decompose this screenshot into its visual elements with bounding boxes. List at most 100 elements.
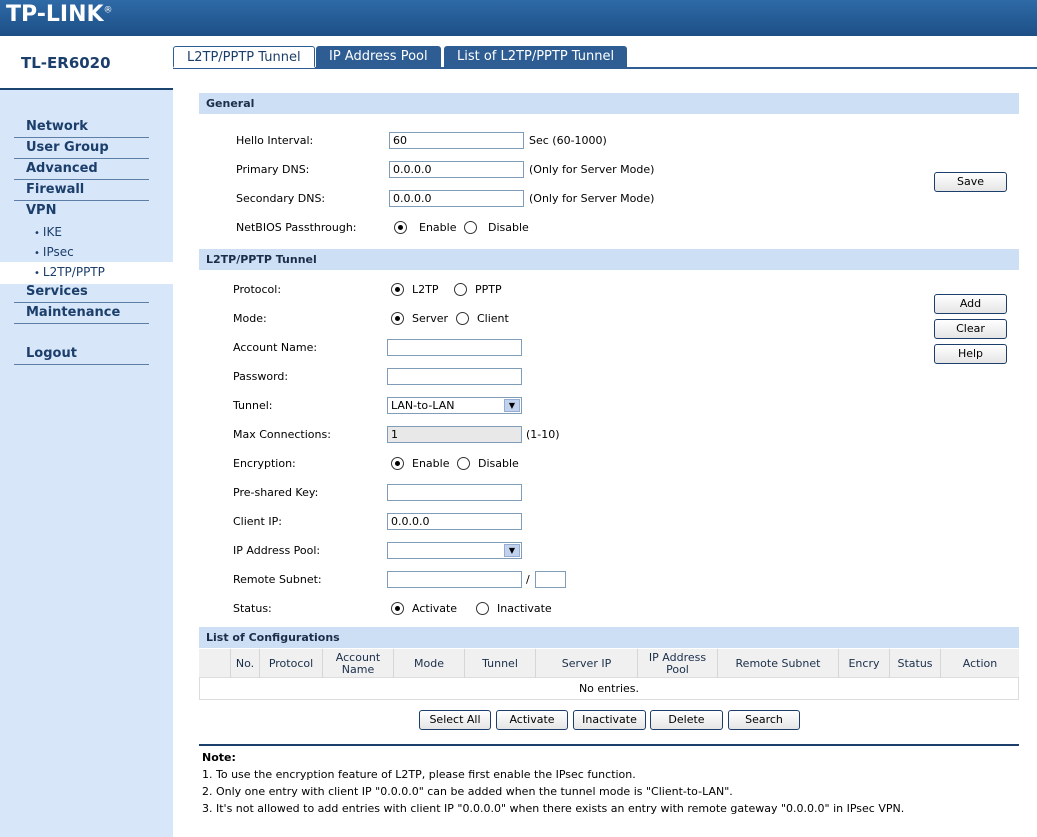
section-tunnel-title: L2TP/PPTP Tunnel — [199, 249, 1019, 270]
table-empty-row: No entries. — [199, 678, 1019, 700]
encryption-label: Encryption: — [233, 457, 296, 470]
tab-ip-address-pool[interactable]: IP Address Pool — [316, 46, 441, 68]
ip-address-pool-label: IP Address Pool: — [233, 544, 321, 557]
mode-server-radio[interactable] — [391, 312, 404, 325]
protocol-l2tp-radio[interactable] — [391, 283, 404, 296]
model-box: TL-ER6020 — [0, 36, 173, 90]
sidebar-item-logout[interactable]: Logout — [14, 344, 149, 365]
sidebar-sub-label: L2TP/PPTP — [42, 265, 105, 279]
col-no: No. — [230, 649, 259, 678]
password-label: Password: — [233, 370, 289, 383]
secondary-dns-input[interactable]: 0.0.0.0 — [389, 190, 524, 207]
secondary-dns-hint: (Only for Server Mode) — [529, 192, 655, 205]
note-title: Note: — [202, 751, 236, 764]
hello-interval-input[interactable]: 60 — [389, 132, 524, 149]
protocol-l2tp-label: L2TP — [412, 283, 439, 296]
status-activate-label: Activate — [412, 602, 458, 615]
col-status: Status — [889, 649, 940, 678]
remote-subnet-input[interactable] — [387, 571, 522, 588]
account-name-label: Account Name: — [233, 341, 318, 354]
netbios-enable-label: Enable — [419, 221, 457, 234]
tp-link-logo: TP-LINK® — [6, 2, 113, 27]
col-checkbox — [199, 649, 230, 678]
col-encry: Encry — [838, 649, 889, 678]
encryption-disable-radio[interactable] — [457, 457, 470, 470]
sidebar-sub-label: IPsec — [42, 245, 74, 259]
top-banner: TP-LINK® — [0, 0, 1037, 36]
max-connections-hint: (1-10) — [526, 428, 560, 441]
pre-shared-key-label: Pre-shared Key: — [233, 486, 319, 499]
netbios-label: NetBIOS Passthrough: — [236, 221, 357, 234]
col-server-ip: Server IP — [535, 649, 637, 678]
protocol-pptp-radio[interactable] — [454, 283, 467, 296]
mode-client-radio[interactable] — [456, 312, 469, 325]
col-tunnel: Tunnel — [464, 649, 535, 678]
secondary-dns-label: Secondary DNS: — [236, 192, 326, 205]
help-button[interactable]: Help — [934, 344, 1007, 364]
tab-list-l2tp-pptp-tunnel[interactable]: List of L2TP/PPTP Tunnel — [444, 46, 628, 68]
inactivate-button[interactable]: Inactivate — [573, 710, 646, 730]
sidebar-sub-ipsec[interactable]: • IPsec — [34, 242, 74, 264]
activate-button[interactable]: Activate — [496, 710, 568, 730]
netbios-enable-radio[interactable] — [394, 221, 407, 234]
sidebar-item-network[interactable]: Network — [14, 117, 149, 138]
remote-subnet-label: Remote Subnet: — [233, 573, 322, 586]
select-all-button[interactable]: Select All — [419, 710, 491, 730]
account-name-input[interactable] — [387, 339, 522, 356]
bullet-icon: • — [34, 228, 40, 239]
save-button[interactable]: Save — [934, 172, 1007, 192]
sidebar-sub-label: IKE — [42, 225, 62, 239]
sidebar-item-vpn[interactable]: VPN — [14, 201, 149, 222]
sidebar-item-services[interactable]: Services — [14, 282, 149, 303]
col-ip-address-pool: IP Address Pool — [637, 649, 717, 678]
sidebar-sub-l2tp-pptp[interactable]: • L2TP/PPTP — [0, 262, 173, 284]
section-general-title: General — [199, 93, 1019, 114]
status-inactivate-radio[interactable] — [476, 602, 489, 615]
max-connections-input[interactable]: 1 — [387, 426, 522, 443]
primary-dns-hint: (Only for Server Mode) — [529, 163, 655, 176]
section-list-title: List of Configurations — [199, 627, 1019, 648]
protocol-pptp-label: PPTP — [475, 283, 502, 296]
sidebar-item-advanced[interactable]: Advanced — [14, 159, 149, 180]
encryption-enable-radio[interactable] — [391, 457, 404, 470]
chevron-down-icon[interactable]: ▼ — [504, 399, 520, 412]
encryption-enable-label: Enable — [412, 457, 450, 470]
model-name: TL-ER6020 — [21, 54, 111, 72]
hello-interval-hint: Sec (60-1000) — [529, 134, 607, 147]
col-mode: Mode — [393, 649, 464, 678]
client-ip-input[interactable]: 0.0.0.0 — [387, 513, 522, 530]
netbios-disable-radio[interactable] — [464, 221, 477, 234]
primary-dns-input[interactable]: 0.0.0.0 — [389, 161, 524, 178]
add-button[interactable]: Add — [934, 294, 1007, 314]
logo-registered: ® — [103, 5, 113, 16]
delete-button[interactable]: Delete — [650, 710, 723, 730]
ip-address-pool-select[interactable]: ▼ — [387, 542, 522, 559]
mode-server-label: Server — [412, 312, 449, 325]
logo-text: TP-LINK — [6, 2, 104, 27]
status-inactivate-label: Inactivate — [497, 602, 552, 615]
tunnel-select-value: LAN-to-LAN — [391, 399, 455, 412]
mode-label: Mode: — [233, 312, 267, 325]
note-line-1: 1. To use the encryption feature of L2TP… — [202, 768, 636, 781]
sidebar-item-user-group[interactable]: User Group — [14, 138, 149, 159]
chevron-down-icon[interactable]: ▼ — [504, 544, 520, 557]
status-activate-radio[interactable] — [391, 602, 404, 615]
col-remote-subnet: Remote Subnet — [717, 649, 838, 678]
tab-l2tp-pptp-tunnel[interactable]: L2TP/PPTP Tunnel — [173, 46, 315, 68]
sidebar-item-firewall[interactable]: Firewall — [14, 180, 149, 201]
max-connections-label: Max Connections: — [233, 428, 331, 441]
col-protocol: Protocol — [259, 649, 322, 678]
password-input[interactable] — [387, 368, 522, 385]
note-line-2: 2. Only one entry with client IP "0.0.0.… — [202, 785, 733, 798]
clear-button[interactable]: Clear — [934, 319, 1007, 339]
tunnel-select[interactable]: LAN-to-LAN ▼ — [387, 397, 522, 414]
sidebar-item-maintenance[interactable]: Maintenance — [14, 303, 149, 324]
pre-shared-key-input[interactable] — [387, 484, 522, 501]
tunnel-label: Tunnel: — [233, 399, 273, 412]
search-button[interactable]: Search — [728, 710, 800, 730]
sidebar-sub-ike[interactable]: • IKE — [34, 222, 62, 244]
netbios-disable-label: Disable — [488, 221, 529, 234]
remote-subnet-mask-input[interactable] — [535, 571, 566, 588]
note-divider — [199, 744, 1019, 746]
client-ip-label: Client IP: — [233, 515, 282, 528]
